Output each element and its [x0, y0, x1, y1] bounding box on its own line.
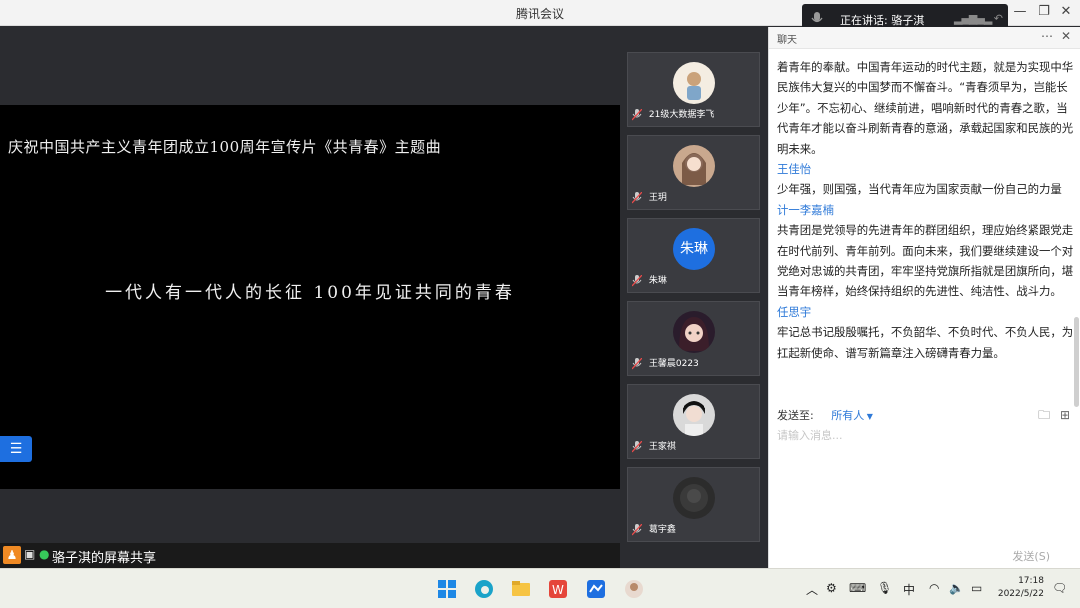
battery-icon[interactable]: ▭	[971, 581, 982, 595]
participant-tile[interactable]: 王馨晨0223	[627, 301, 760, 376]
message-text: 着青年的奉献。中国青年运动的时代主题，就是为实现中华民族伟大复兴的中国梦而不懈奋…	[777, 60, 1074, 156]
volume-icon[interactable]: 🔈	[949, 581, 964, 595]
avatar	[673, 311, 715, 353]
microphone-icon[interactable]: 🎙	[877, 581, 892, 595]
share-letterbox	[0, 27, 620, 105]
taskbar: W ︿ ⚙ ⌨ 🎙 中 ◠ 🔈 ▭ 17:18 2022/5/22 🗨	[0, 568, 1080, 608]
chat-scrollbar[interactable]	[1074, 317, 1079, 407]
screen-icon: ▣	[24, 547, 36, 561]
chat-panel: 聊天 ⋯ ✕ 着青年的奉献。中国青年运动的时代主题，就是为实现中华民族伟大复兴的…	[768, 27, 1080, 568]
speaking-text: 正在讲话: 骆子淇	[840, 14, 925, 27]
message-sender: 任思宇	[777, 304, 812, 319]
participant-tile[interactable]: 王家祺	[627, 384, 760, 459]
avatar	[673, 62, 715, 104]
clock-date: 2022/5/22	[997, 589, 1044, 599]
mic-muted-icon	[632, 109, 642, 121]
message-text: 少年强，则国强，当代青年应为国家贡献一份自己的力量	[777, 182, 1062, 197]
notification-icon[interactable]: 🗨	[1052, 581, 1067, 595]
chevron-down-icon[interactable]: ▼	[864, 412, 873, 421]
message-sender: 计一李嘉楠	[777, 202, 834, 217]
speaker-mic-icon	[811, 12, 823, 23]
keyboard-icon[interactable]: ⌨	[849, 581, 866, 595]
mic-muted-icon	[632, 358, 642, 370]
screenshot-icon[interactable]: ⊞	[1060, 408, 1070, 422]
mic-muted-icon	[632, 441, 642, 453]
participant-tile[interactable]: 王玥	[627, 135, 760, 210]
chat-messages: 着青年的奉献。中国青年运动的时代主题，就是为实现中华民族伟大复兴的中国梦而不懈奋…	[777, 57, 1075, 363]
avatar	[673, 145, 715, 187]
share-bottom-area	[0, 489, 620, 543]
participant-name: 葛宇鑫	[648, 525, 676, 535]
minimize-icon[interactable]: —	[1012, 4, 1028, 20]
participant-tile[interactable]: 朱琳 朱琳	[627, 218, 760, 293]
avatar: 朱琳	[673, 228, 715, 270]
participant-name: 王玥	[648, 193, 667, 203]
message-sender: 王佳怡	[777, 162, 812, 177]
chat-title: 聊天	[777, 35, 797, 46]
chevron-up-icon[interactable]: ︿	[806, 581, 818, 598]
chat-tools: 🗀 ⊞	[1038, 406, 1070, 427]
participant-name: 王家祺	[648, 442, 676, 452]
member-list-button[interactable]: ☰	[0, 436, 32, 462]
send-to-row: 发送至: 所有人 ▼	[777, 407, 873, 423]
svg-text:W: W	[552, 583, 564, 597]
send-button[interactable]: 发送(S)	[1012, 548, 1050, 564]
tencent-meeting-icon[interactable]	[586, 579, 606, 599]
audio-wave-icon: ▂▄▆▄▂ ↶	[953, 12, 1003, 25]
slide-subtitle: 一代人有一代人的长征 100年见证共同的青春	[105, 283, 515, 303]
meeting-window: 腾讯会议 — ❐ ✕ 正在讲话: 骆子淇 ▂▄▆▄▂ ↶ 庆祝中国共产主义青年团…	[0, 0, 1080, 608]
clock[interactable]: 17:18 2022/5/22	[998, 575, 1044, 601]
input-language[interactable]: 中	[903, 581, 915, 598]
avatar	[673, 394, 715, 436]
participant-tile[interactable]: 21级大数据李飞	[627, 52, 760, 127]
mic-muted-icon	[632, 524, 642, 536]
participant-name: 朱琳	[648, 276, 667, 286]
participant-name: 21级大数据李飞	[648, 110, 715, 120]
share-presenter-label: 骆子淇的屏幕共享	[52, 551, 157, 566]
clock-time: 17:18	[1018, 576, 1044, 586]
send-to-select[interactable]: 所有人	[831, 409, 864, 422]
avatar	[673, 477, 715, 519]
screen-share-bar: ♟ ▣ ● 骆子淇的屏幕共享	[0, 543, 620, 568]
close-chat-icon[interactable]: ✕	[1061, 29, 1071, 43]
participant-name: 王馨晨0223	[648, 359, 699, 369]
restore-icon[interactable]: ❐	[1036, 4, 1052, 20]
user-icon: ♟	[3, 546, 21, 564]
app-avatar-icon[interactable]	[624, 579, 644, 599]
slide-title: 庆祝中国共产主义青年团成立100周年宣传片《共青春》主题曲	[8, 138, 442, 156]
wifi-icon[interactable]: ◠	[929, 581, 939, 595]
send-to-label: 发送至:	[777, 409, 814, 422]
chat-input[interactable]: 请输入消息...	[777, 427, 843, 443]
participant-tile[interactable]: 葛宇鑫	[627, 467, 760, 542]
message-text: 共青团是党领导的先进青年的群团组织，理应始终紧跟党走在时代前列、青年前列。面向未…	[777, 223, 1074, 299]
network-tray-icon[interactable]: ⚙	[826, 581, 837, 595]
wps-icon[interactable]: W	[548, 579, 568, 599]
windows-start-icon[interactable]	[437, 579, 457, 599]
more-icon[interactable]: ⋯	[1041, 29, 1053, 43]
mic-muted-icon	[632, 275, 642, 287]
mic-muted-icon	[632, 192, 642, 204]
close-icon[interactable]: ✕	[1058, 4, 1074, 20]
edge-icon[interactable]	[474, 579, 494, 599]
chat-header: 聊天 ⋯ ✕	[769, 27, 1080, 49]
message-text: 牢记总书记殷殷嘱托，不负韶华、不负时代、不负人民，为扛起新使命、谱写新篇章注入磅…	[777, 325, 1074, 360]
file-explorer-icon[interactable]	[511, 579, 531, 599]
mic-icon: ●	[39, 547, 50, 561]
video-gallery: 21级大数据李飞 王玥 朱琳 朱琳 王馨晨0223 王家祺 葛宇鑫	[620, 27, 768, 568]
folder-icon[interactable]: 🗀	[1038, 408, 1050, 422]
